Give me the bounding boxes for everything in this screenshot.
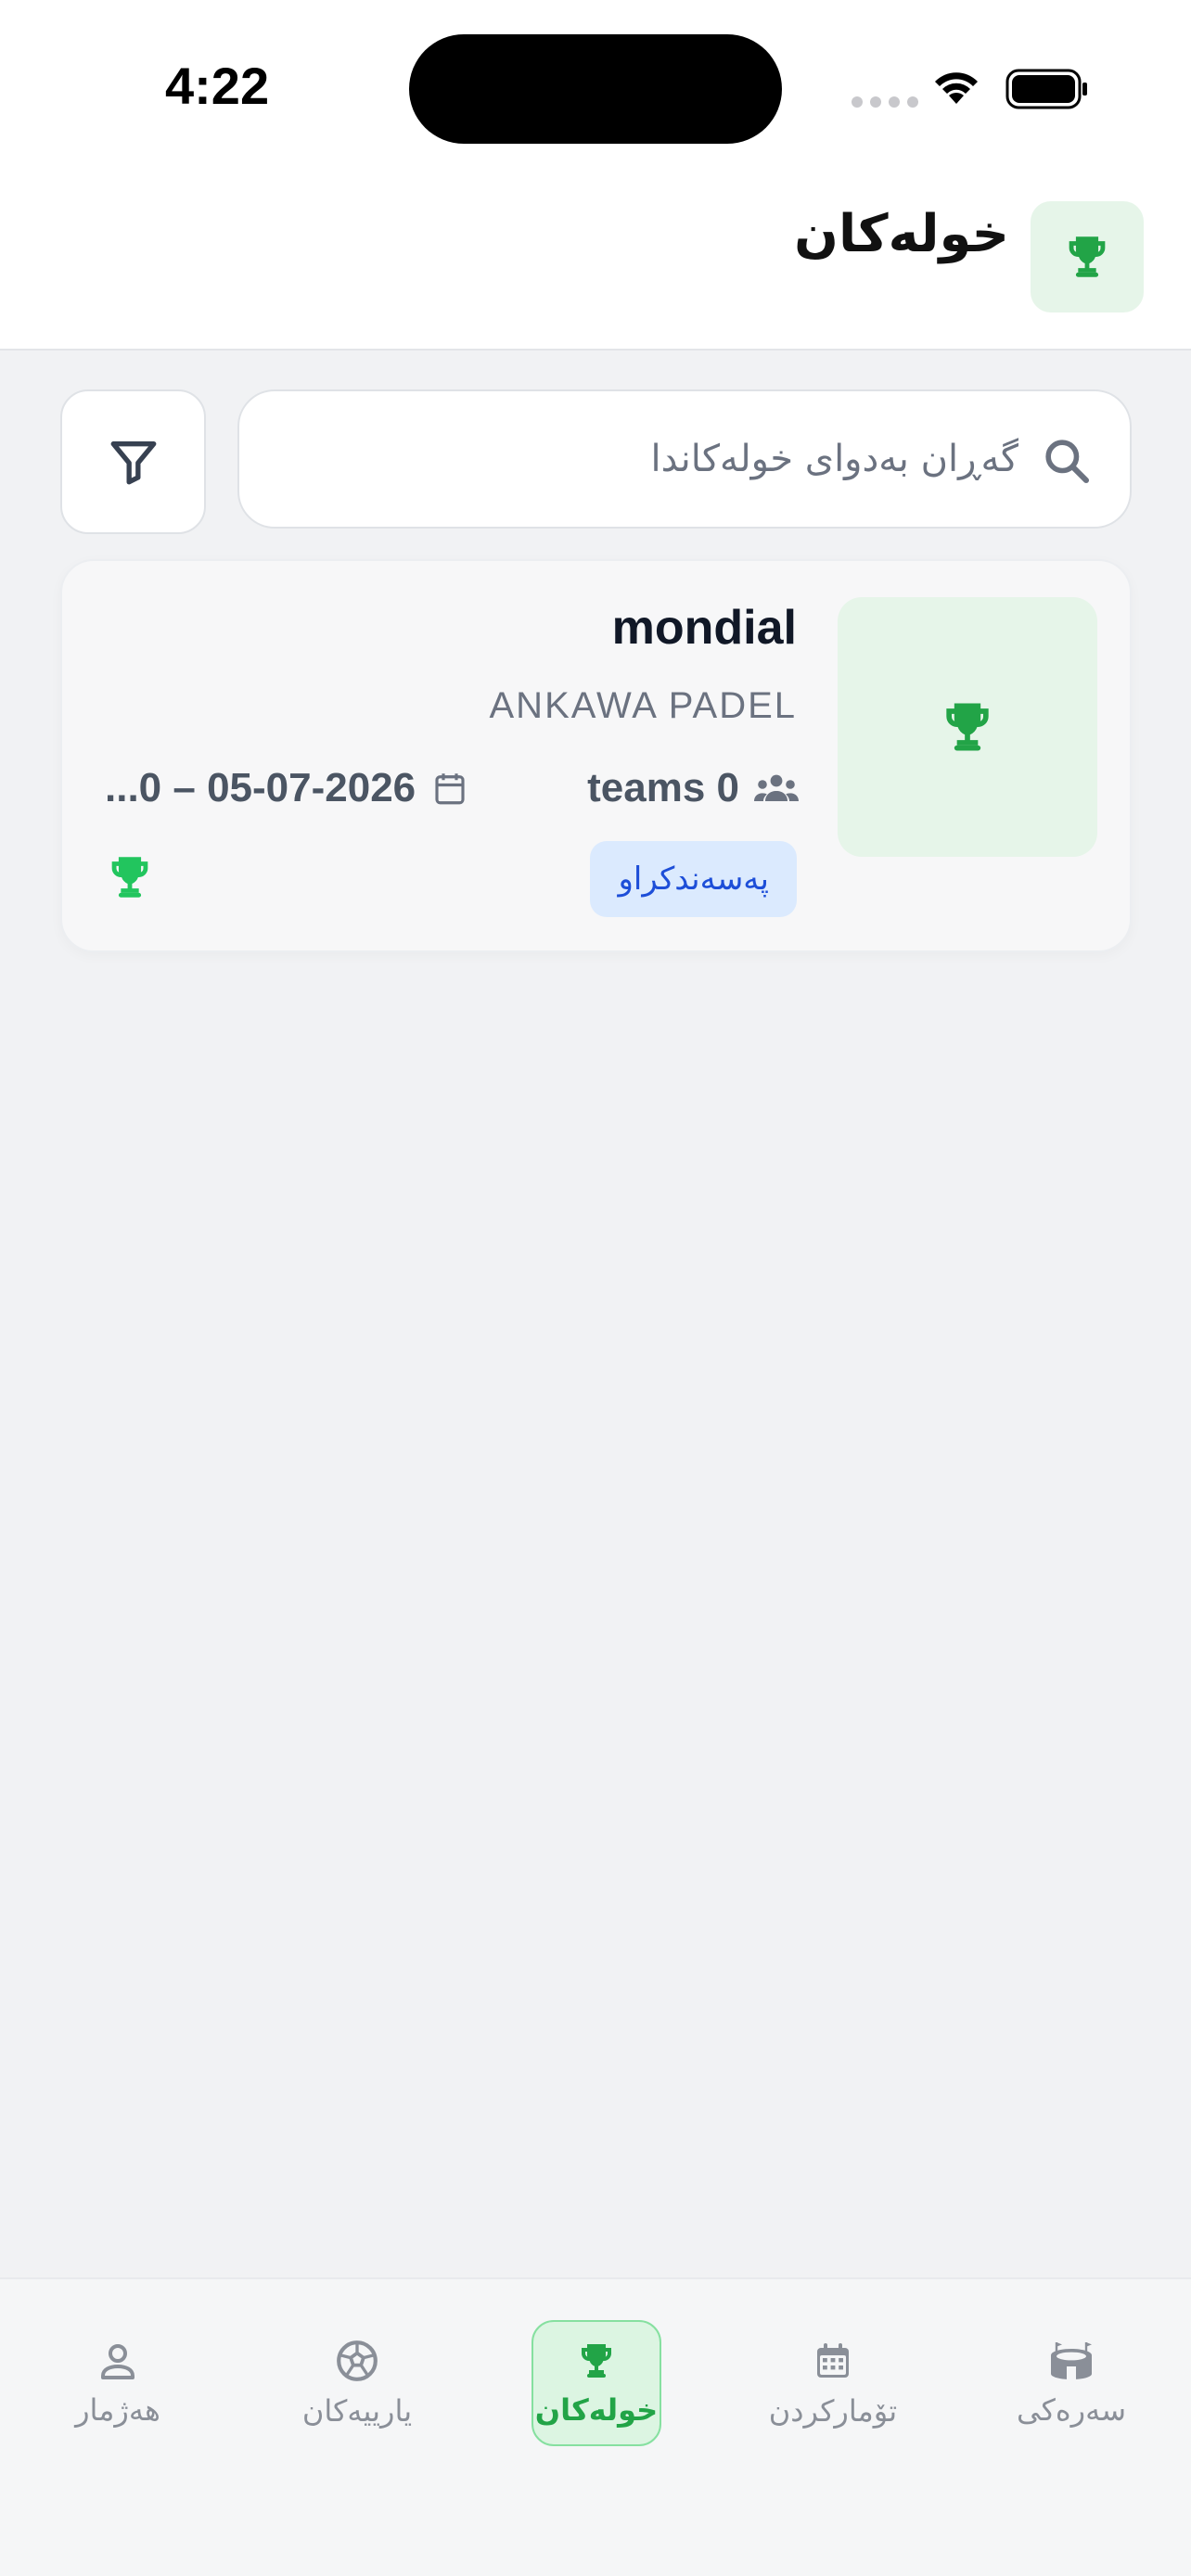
stadium-icon [1051, 2342, 1092, 2379]
dynamic-island [409, 34, 782, 144]
bottom-tab-bar: هەژمار یارییەکان خولەکان تۆمارکردن سەرەک… [0, 2277, 1191, 2576]
calendar-icon [817, 2343, 849, 2378]
tournament-thumbnail [838, 597, 1097, 857]
tournament-teams: teams 0 [587, 765, 800, 811]
header-trophy-badge [1031, 201, 1144, 312]
tournament-meta: ...0 – 05-07-2026 teams 0 [105, 760, 800, 816]
tab-account-label: هەژمار [75, 2392, 160, 2428]
trophy-icon [946, 703, 989, 751]
tournament-dates: ...0 – 05-07-2026 [105, 765, 469, 811]
trophy-icon [582, 2344, 611, 2378]
tab-booking[interactable]: تۆمارکردن [759, 2320, 907, 2446]
page-title: خولەکان [794, 204, 1009, 264]
cellular-signal-icon [852, 96, 918, 108]
filter-button[interactable] [60, 389, 206, 534]
group-icon [754, 774, 799, 801]
tab-matches-label: یارییەکان [301, 2393, 413, 2429]
status-bar: 4:22 [0, 0, 1191, 176]
trophy-icon [1069, 236, 1106, 277]
filter-icon [110, 441, 156, 485]
tab-booking-label: تۆمارکردن [768, 2393, 898, 2429]
tab-tournaments-label: خولەکان [534, 2392, 659, 2428]
search-input[interactable] [267, 391, 1018, 527]
soccer-ball-icon [337, 2340, 378, 2381]
tab-account[interactable]: هەژمار [44, 2320, 192, 2446]
page-header: خولەکان [0, 176, 1191, 351]
tab-home[interactable]: سەرەکی [997, 2320, 1146, 2446]
tab-home-label: سەرەکی [1016, 2392, 1127, 2428]
calendar-icon [435, 773, 465, 805]
tab-tournaments[interactable]: خولەکان [531, 2320, 661, 2446]
battery-icon [1005, 69, 1087, 109]
tab-matches[interactable]: یارییەکان [283, 2320, 431, 2446]
tournament-card[interactable]: mondial ANKAWA PADEL ...0 – 05-07-2026 t… [60, 559, 1132, 952]
tournament-name: mondial [611, 601, 797, 655]
search-icon [1045, 440, 1090, 484]
trophy-icon [111, 857, 148, 898]
person-icon [101, 2344, 134, 2379]
date-range-text: ...0 – 05-07-2026 [105, 765, 416, 810]
tournament-venue: ANKAWA PADEL [489, 685, 797, 726]
status-time: 4:22 [165, 57, 270, 115]
teams-count-text: teams 0 [587, 765, 739, 810]
wifi-icon [935, 72, 978, 104]
status-badge: پەسەندکراو [590, 841, 797, 917]
search-box[interactable] [237, 389, 1132, 529]
